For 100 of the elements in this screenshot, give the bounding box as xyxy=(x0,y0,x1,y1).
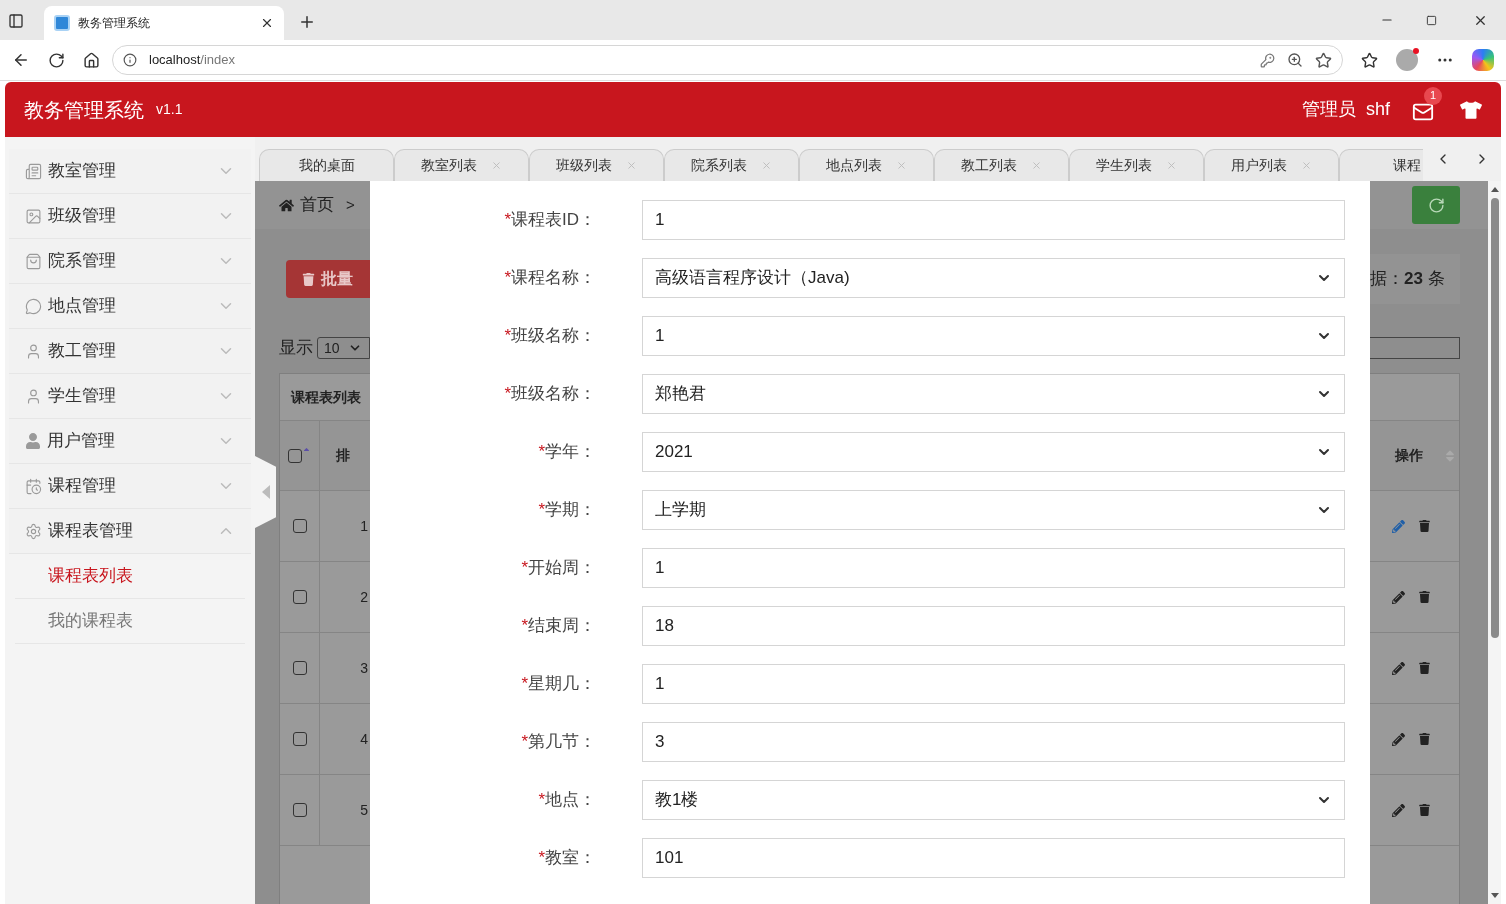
page-tab[interactable]: 班级列表 xyxy=(529,149,664,181)
refresh-button[interactable] xyxy=(1412,186,1460,224)
close-window-icon[interactable] xyxy=(1473,13,1488,28)
edit-icon[interactable] xyxy=(1392,590,1405,604)
app-title: 教务管理系统 xyxy=(24,97,144,123)
field-label: *课程名称： xyxy=(504,268,596,288)
input-field[interactable]: 101 xyxy=(642,838,1345,878)
field-label: *地点： xyxy=(538,790,596,810)
edit-icon[interactable] xyxy=(1392,803,1405,817)
select-field[interactable]: 教1楼 xyxy=(642,780,1345,820)
select-field[interactable]: 郑艳君 xyxy=(642,374,1345,414)
input-field[interactable]: 1 xyxy=(642,664,1345,704)
page-tab[interactable]: 用户列表 xyxy=(1204,149,1339,181)
field-label: *星期几： xyxy=(521,674,596,694)
trash-icon xyxy=(302,272,315,286)
sidebar-subitem[interactable]: 课程表列表 xyxy=(15,554,245,599)
zoom-icon[interactable] xyxy=(1287,52,1303,68)
breadcrumb-link[interactable]: 首页 xyxy=(300,192,334,218)
page-tab[interactable]: 学生列表 xyxy=(1069,149,1204,181)
edit-icon[interactable] xyxy=(1392,661,1405,675)
image-icon xyxy=(25,207,42,225)
back-icon[interactable] xyxy=(12,51,30,69)
field-label: *班级名称： xyxy=(504,326,596,346)
input-field[interactable]: 18 xyxy=(642,606,1345,646)
table-title: 课程表列表 xyxy=(291,387,361,407)
close-icon[interactable] xyxy=(260,16,274,30)
calendar-icon xyxy=(25,477,42,495)
checkbox[interactable] xyxy=(292,732,307,746)
table-cell-text: 1 xyxy=(360,516,368,536)
input-field[interactable]: 1 xyxy=(642,200,1345,240)
profile-icon[interactable] xyxy=(1396,49,1418,71)
field-label: *课程表ID： xyxy=(504,210,596,230)
page-tab[interactable]: 教室列表 xyxy=(394,149,529,181)
copilot-icon[interactable] xyxy=(1472,49,1494,71)
user-icon xyxy=(25,433,41,449)
user-icon xyxy=(25,342,42,360)
show-label: 显示 xyxy=(279,337,313,360)
page-tab[interactable]: 我的桌面 xyxy=(259,149,394,181)
table-cell-text: 3 xyxy=(360,658,368,678)
checkbox[interactable] xyxy=(292,519,307,533)
scrollbar-thumb[interactable] xyxy=(1490,198,1499,638)
refresh-icon xyxy=(1427,196,1445,214)
delete-icon[interactable] xyxy=(1419,520,1430,532)
page-tab[interactable]: 教工列表 xyxy=(934,149,1069,181)
reload-icon[interactable] xyxy=(48,51,65,69)
browser-tab[interactable]: 教务管理系统 xyxy=(44,6,284,40)
column-header: 操作 xyxy=(1395,446,1423,465)
username: shf xyxy=(1366,98,1390,121)
newspaper-icon xyxy=(25,162,42,180)
select-field[interactable]: 高级语言程序设计（Java) xyxy=(642,258,1345,298)
select-field[interactable]: 2021 xyxy=(642,432,1345,472)
page-tab[interactable]: 地点列表 xyxy=(799,149,934,181)
delete-icon[interactable] xyxy=(1419,733,1430,745)
star-icon[interactable] xyxy=(1315,51,1332,69)
user-icon xyxy=(25,387,42,405)
checkbox[interactable] xyxy=(292,803,307,817)
table-cell-text: 2 xyxy=(360,587,368,607)
page-size-select[interactable]: 10 xyxy=(317,337,370,359)
column-header: 排 xyxy=(336,446,350,465)
field-label: *开始周： xyxy=(521,558,596,578)
sidebar-subitem[interactable]: 我的课程表 xyxy=(15,599,245,644)
site-icon xyxy=(54,15,70,31)
chat-icon xyxy=(25,297,42,315)
batch-delete-button[interactable]: 批量 xyxy=(286,260,370,298)
tab-actions-icon[interactable] xyxy=(8,13,24,29)
key-icon[interactable] xyxy=(1260,52,1275,68)
mail-badge: 1 xyxy=(1424,86,1442,105)
input-field[interactable]: 3 xyxy=(642,722,1345,762)
bag-icon xyxy=(25,252,42,270)
new-tab-icon[interactable] xyxy=(298,13,316,31)
page-tab[interactable]: 课程 xyxy=(1339,149,1423,181)
field-label: *学期： xyxy=(538,500,596,520)
total-count: 据：23 条 xyxy=(1370,268,1445,291)
home-icon xyxy=(279,197,294,213)
tab-title: 教务管理系统 xyxy=(78,15,151,32)
page-tab[interactable]: 院系列表 xyxy=(664,149,799,181)
input-field[interactable]: 1 xyxy=(642,548,1345,588)
table-cell-text: 4 xyxy=(360,729,368,749)
home-icon[interactable] xyxy=(83,51,100,69)
edit-icon[interactable] xyxy=(1392,732,1405,746)
checkbox[interactable] xyxy=(292,661,307,675)
delete-icon[interactable] xyxy=(1419,804,1430,816)
delete-icon[interactable] xyxy=(1419,591,1430,603)
field-label: *结束周： xyxy=(521,616,596,636)
field-label: *第几节： xyxy=(521,732,596,752)
search-field[interactable] xyxy=(1370,337,1460,359)
info-icon[interactable] xyxy=(123,53,137,67)
shirt-icon[interactable] xyxy=(1460,98,1482,121)
table-cell-text: 5 xyxy=(360,800,368,820)
field-label: *班级名称： xyxy=(504,384,596,404)
select-field[interactable]: 上学期 xyxy=(642,490,1345,530)
maximize-icon[interactable] xyxy=(1426,15,1437,26)
delete-icon[interactable] xyxy=(1419,662,1430,674)
breadcrumb-separator: > xyxy=(346,194,355,215)
version-label: v1.1 xyxy=(156,100,183,119)
select-field[interactable]: 1 xyxy=(642,316,1345,356)
user-role: 管理员 xyxy=(1302,98,1356,121)
favorites-icon[interactable] xyxy=(1361,51,1378,69)
checkbox[interactable] xyxy=(288,448,302,463)
checkbox[interactable] xyxy=(292,590,307,604)
